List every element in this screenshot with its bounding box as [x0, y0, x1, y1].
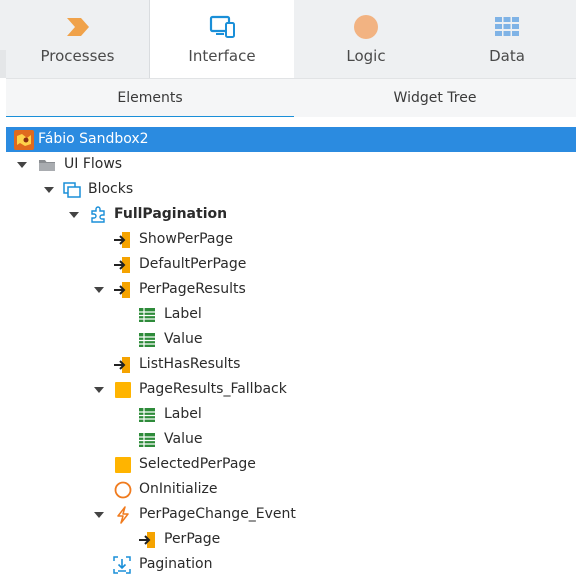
web-block-icon: [91, 206, 105, 223]
collapse-caret-icon[interactable]: [68, 202, 80, 227]
tree-item-ppr-label-label: Label: [164, 306, 202, 322]
input-parameter-icon: [114, 357, 130, 373]
tree-item-on-initialize-label: OnInitialize: [139, 481, 218, 497]
collapse-caret-icon[interactable]: [93, 377, 105, 402]
tree-item-ppr-value-label: Value: [164, 331, 203, 347]
processes-icon: [66, 18, 89, 36]
tab-interface[interactable]: Interface: [149, 0, 295, 79]
tree-item-default-per-page-label: DefaultPerPage: [139, 256, 247, 272]
tree-item-list-has-results-label: ListHasResults: [139, 356, 241, 372]
tree-item-page-results-fallback-label: PageResults_Fallback: [139, 381, 287, 397]
tree-item-selected-per-page-label: SelectedPerPage: [139, 456, 256, 472]
attribute-icon: [139, 333, 155, 347]
input-parameter-icon: [139, 532, 155, 548]
placeholder-icon: [113, 556, 131, 574]
top-tab-bar: Processes Interface Logic Data: [0, 0, 576, 79]
tree-item-prf-value[interactable]: Value: [6, 427, 576, 452]
tab-logic-label: Logic: [346, 47, 386, 65]
tree-item-full-pagination[interactable]: FullPagination: [6, 202, 576, 227]
tab-interface-label: Interface: [188, 47, 256, 65]
tree-item-per-page[interactable]: PerPage: [6, 527, 576, 552]
tree-item-page-results-fallback[interactable]: PageResults_Fallback: [6, 377, 576, 402]
blocks-icon: [63, 182, 81, 198]
collapse-caret-icon[interactable]: [43, 177, 55, 202]
input-parameter-icon: [114, 282, 130, 298]
data-icon: [495, 17, 519, 36]
local-variable-icon: [115, 382, 131, 398]
tree-item-default-per-page[interactable]: DefaultPerPage: [6, 252, 576, 277]
tree-item-show-per-page[interactable]: ShowPerPage: [6, 227, 576, 252]
tree-item-full-pagination-label: FullPagination: [114, 206, 228, 222]
tree-item-blocks[interactable]: Blocks: [6, 177, 576, 202]
tree-item-show-per-page-label: ShowPerPage: [139, 231, 233, 247]
attribute-icon: [139, 408, 155, 422]
tree-item-list-has-results[interactable]: ListHasResults: [6, 352, 576, 377]
tree-item-blocks-label: Blocks: [88, 181, 134, 197]
attribute-icon: [139, 433, 155, 447]
tree-item-app[interactable]: Fábio Sandbox2: [6, 127, 576, 152]
tab-widget-tree[interactable]: Widget Tree: [294, 79, 576, 117]
event-lightning-icon: [117, 506, 129, 524]
tab-elements[interactable]: Elements: [6, 79, 294, 118]
tree-item-on-initialize[interactable]: OnInitialize: [6, 477, 576, 502]
tree-item-per-page-label: PerPage: [164, 531, 221, 547]
tab-logic[interactable]: Logic: [294, 0, 439, 78]
tab-data-label: Data: [489, 47, 525, 65]
tree-item-prf-label[interactable]: Label: [6, 402, 576, 427]
collapse-caret-icon[interactable]: [93, 277, 105, 302]
tree-item-selected-per-page[interactable]: SelectedPerPage: [6, 452, 576, 477]
tree-item-per-page-change-event-label: PerPageChange_Event: [139, 506, 296, 522]
attribute-icon: [139, 308, 155, 322]
tab-data[interactable]: Data: [438, 0, 576, 78]
tree-item-ui-flows[interactable]: UI Flows: [6, 152, 576, 177]
tree-item-pagination-label: Pagination: [139, 556, 213, 572]
tree-item-ppr-label[interactable]: Label: [6, 302, 576, 327]
tab-processes[interactable]: Processes: [6, 0, 150, 78]
collapse-caret-icon[interactable]: [93, 502, 105, 527]
app-icon: [14, 130, 34, 150]
tree-item-app-label: Fábio Sandbox2: [38, 131, 149, 147]
interface-icon: [209, 15, 235, 38]
tree-item-ppr-value[interactable]: Value: [6, 327, 576, 352]
client-action-icon: [114, 481, 132, 499]
folder-icon: [39, 160, 55, 171]
tree-item-per-page-results-label: PerPageResults: [139, 281, 246, 297]
input-parameter-icon: [114, 257, 130, 273]
tree-item-per-page-results[interactable]: PerPageResults: [6, 277, 576, 302]
sub-tab-bar: Elements Widget Tree: [6, 78, 576, 118]
collapse-caret-icon[interactable]: [16, 152, 28, 177]
tree-item-ui-flows-label: UI Flows: [64, 156, 123, 172]
left-edge-strip: [0, 50, 6, 78]
tab-processes-label: Processes: [40, 47, 115, 65]
tree-item-per-page-change-event[interactable]: PerPageChange_Event: [6, 502, 576, 527]
tree-item-prf-value-label: Value: [164, 431, 203, 447]
input-parameter-icon: [114, 232, 130, 248]
logic-icon: [354, 15, 378, 39]
tree-item-pagination[interactable]: Pagination: [6, 552, 576, 577]
local-variable-icon: [115, 457, 131, 473]
tree-item-prf-label-label: Label: [164, 406, 202, 422]
element-tree: Fábio Sandbox2 UI Flows Blocks FullPagin…: [6, 117, 576, 578]
